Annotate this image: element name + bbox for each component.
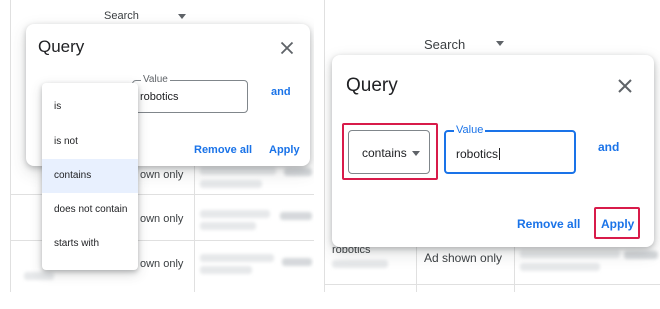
table-column-divider bbox=[194, 166, 195, 292]
menu-item-is[interactable]: is bbox=[42, 90, 138, 124]
right-screenshot: Search robotics Ad shown only Query cont… bbox=[324, 0, 660, 292]
redacted-text bbox=[332, 260, 388, 268]
redacted-text bbox=[284, 168, 312, 176]
caret-down-icon bbox=[412, 151, 420, 156]
left-screenshot: Search own only own only own only Query … bbox=[0, 0, 314, 292]
text-cursor bbox=[499, 148, 501, 160]
table-border bbox=[10, 0, 11, 292]
chevron-down-icon bbox=[178, 14, 186, 19]
redacted-text bbox=[200, 254, 274, 262]
value-field[interactable]: Value robotics bbox=[132, 74, 248, 113]
redacted-text bbox=[280, 212, 312, 220]
table-divider bbox=[324, 284, 660, 285]
search-column-header: Search bbox=[424, 37, 466, 52]
redacted-text bbox=[200, 167, 276, 175]
redacted-text bbox=[624, 251, 658, 259]
apply-button[interactable]: Apply bbox=[601, 217, 634, 231]
menu-item-is-not[interactable]: is not bbox=[42, 125, 138, 159]
table-column-divider bbox=[514, 240, 515, 292]
redacted-text bbox=[520, 263, 600, 271]
operator-menu: is is not contains does not contain star… bbox=[42, 83, 138, 270]
redacted-text bbox=[200, 180, 262, 188]
row-status: own only bbox=[140, 169, 184, 181]
chevron-down-icon bbox=[496, 41, 504, 46]
and-button[interactable]: and bbox=[598, 140, 619, 154]
menu-item-does-not-contain[interactable]: does not contain bbox=[42, 193, 138, 227]
menu-item-starts-with[interactable]: starts with bbox=[42, 227, 138, 261]
redacted-text bbox=[520, 250, 620, 258]
row-status: Ad shown only bbox=[424, 251, 503, 265]
row-status: own only bbox=[140, 258, 184, 270]
value-input: robotics bbox=[456, 147, 501, 161]
value-field[interactable]: Value robotics bbox=[444, 124, 576, 174]
redacted-text bbox=[200, 222, 256, 230]
redacted-text bbox=[200, 210, 270, 218]
table-border bbox=[324, 0, 325, 292]
dialog-title: Query bbox=[346, 75, 398, 96]
operator-select-value: contains bbox=[362, 146, 407, 160]
remove-all-button[interactable]: Remove all bbox=[517, 217, 580, 231]
value-field-label: Value bbox=[141, 74, 170, 86]
operator-select[interactable]: contains bbox=[348, 130, 430, 174]
table-column-divider bbox=[416, 240, 417, 292]
and-button[interactable]: and bbox=[271, 86, 291, 98]
value-input-text: robotics bbox=[456, 147, 499, 161]
redacted-text bbox=[24, 272, 54, 280]
query-dialog: Query contains Value robotics and Remove… bbox=[332, 55, 654, 247]
value-input-text: robotics bbox=[140, 91, 179, 103]
apply-button[interactable]: Apply bbox=[269, 144, 300, 156]
menu-item-contains[interactable]: contains bbox=[42, 159, 138, 193]
redacted-text bbox=[282, 258, 312, 266]
search-column-header: Search bbox=[104, 10, 139, 22]
row-status: own only bbox=[140, 213, 184, 225]
close-icon[interactable] bbox=[613, 74, 637, 98]
close-icon[interactable] bbox=[276, 37, 298, 59]
dialog-title: Query bbox=[38, 37, 85, 56]
redacted-text bbox=[200, 266, 252, 274]
remove-all-button[interactable]: Remove all bbox=[194, 144, 252, 156]
value-field-label: Value bbox=[454, 124, 486, 136]
